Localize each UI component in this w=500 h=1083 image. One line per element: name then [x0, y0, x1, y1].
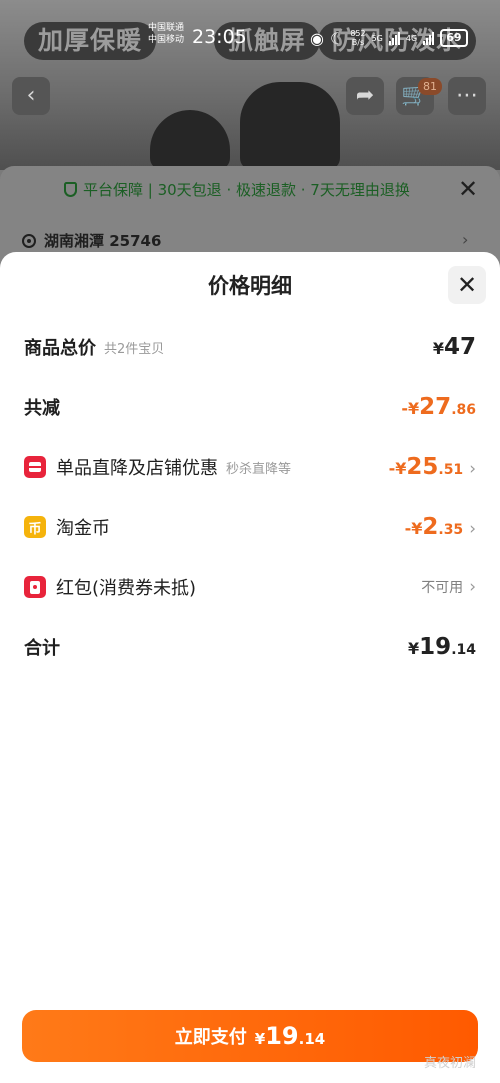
- row-red-packet[interactable]: 红包(消费券未抵) 不可用 ›: [24, 572, 476, 602]
- net-speed-value: 852: [350, 29, 366, 38]
- row-sum: 合计 ¥19.14: [24, 632, 476, 662]
- status-icons: ◉ ☾ 852 B/s 5G 4G 69: [310, 25, 468, 51]
- product-image-boot-right: [240, 82, 340, 170]
- pay-amount: ¥19.14: [255, 1022, 325, 1050]
- guarantee-banner[interactable]: 平台保障 | 30天包退 · 极速退款 · 7天无理由退换: [64, 179, 410, 200]
- coins-value: -¥2.35: [405, 514, 464, 540]
- price-detail-sheet: 价格明细 ✕ 商品总价 共2件宝贝 ¥47 共减 -¥27.86 单品直降及店铺…: [0, 252, 500, 1083]
- red-packet-status: 不可用: [421, 580, 464, 596]
- discount-label: 共减: [24, 398, 60, 419]
- chevron-right-icon: ›: [469, 519, 476, 539]
- price-int: 19: [265, 1022, 299, 1050]
- shield-icon: [64, 182, 77, 197]
- coins-label: 淘金币: [56, 518, 110, 539]
- signal-icon: [388, 31, 400, 45]
- sum-value: ¥19.14: [408, 634, 476, 660]
- price-dec: .14: [298, 1030, 326, 1048]
- red-packet-label: 红包(消费券未抵): [56, 578, 197, 599]
- pay-label: 立即支付: [174, 1027, 247, 1048]
- currency-symbol: ¥: [408, 639, 420, 658]
- cart-count-badge: 81: [418, 78, 442, 95]
- row-coins[interactable]: 币 淘金币 -¥2.35 ›: [24, 512, 476, 542]
- price-int: 19: [419, 634, 452, 660]
- location-text: 湖南湘潭 25746: [44, 232, 162, 250]
- close-sheet-button[interactable]: ✕: [448, 266, 486, 304]
- guarantee-text: 平台保障 | 30天包退 · 极速退款 · 7天无理由退换: [83, 181, 410, 199]
- net-speed: 852 B/s: [350, 29, 365, 47]
- network-5g-label: 5G: [371, 33, 383, 43]
- row-total-discount: 共减 -¥27.86: [24, 392, 476, 422]
- clock: 23:05: [192, 26, 247, 48]
- red-packet-icon: [24, 576, 46, 598]
- price-prefix: -¥: [401, 399, 420, 418]
- net-speed-unit: B/s: [351, 38, 365, 47]
- pay-now-button[interactable]: 立即支付 ¥19.14: [22, 1010, 478, 1062]
- watermark: 真夜初澜: [424, 1056, 477, 1071]
- price-dec: .14: [451, 642, 476, 658]
- item-discount-label: 单品直降及店铺优惠: [56, 458, 218, 479]
- carrier-labels: 中国联通 中国移动: [148, 22, 184, 46]
- coupon-icon: [24, 456, 46, 478]
- price-int: 27: [419, 394, 452, 420]
- more-button[interactable]: ⋯: [448, 77, 486, 115]
- total-price-value: ¥47: [433, 334, 476, 360]
- network-4g-label: 4G: [405, 33, 418, 43]
- price-prefix: -¥: [404, 519, 423, 538]
- back-button[interactable]: ‹: [12, 77, 50, 115]
- status-bar: 中国联通 中国移动 23:05 ◉ ☾ 852 B/s 5G 4G 69: [0, 0, 500, 70]
- price-prefix: -¥: [388, 459, 407, 478]
- delivery-location[interactable]: 湖南湘潭 25746: [22, 230, 161, 251]
- price-int: 25: [406, 454, 439, 480]
- signal-icon: [423, 31, 435, 45]
- carrier-1: 中国联通: [148, 23, 185, 33]
- total-price-label: 商品总价: [24, 338, 96, 359]
- moon-icon: ☾: [329, 28, 345, 48]
- price-dec: .51: [438, 462, 464, 478]
- item-count: 共2件宝贝: [104, 341, 165, 357]
- chevron-right-icon: ›: [462, 230, 469, 249]
- sum-label: 合计: [24, 638, 60, 659]
- row-item-discount[interactable]: 单品直降及店铺优惠 秒杀直降等 -¥25.51 ›: [24, 452, 476, 482]
- price-dec: .35: [438, 522, 464, 538]
- currency-symbol: ¥: [432, 339, 444, 358]
- sheet-title: 价格明细: [208, 274, 292, 298]
- close-guarantee-icon[interactable]: ✕: [458, 175, 478, 203]
- item-discount-value: -¥25.51: [389, 454, 464, 480]
- item-discount-sub: 秒杀直降等: [226, 461, 292, 477]
- currency-symbol: ¥: [254, 1030, 266, 1048]
- chevron-right-icon: ›: [469, 577, 476, 597]
- battery-icon: 69: [440, 29, 468, 47]
- share-button[interactable]: ➦: [346, 77, 384, 115]
- chevron-right-icon: ›: [469, 459, 476, 479]
- carrier-2: 中国移动: [148, 35, 185, 45]
- price-dec: .86: [451, 402, 476, 418]
- location-pin-icon: [22, 233, 36, 248]
- discount-value: -¥27.86: [401, 394, 476, 420]
- row-total-price: 商品总价 共2件宝贝 ¥47: [24, 332, 476, 362]
- coin-icon: 币: [24, 516, 46, 538]
- eye-icon: ◉: [310, 28, 324, 48]
- price-int: 2: [422, 514, 439, 540]
- price-int: 47: [443, 334, 476, 360]
